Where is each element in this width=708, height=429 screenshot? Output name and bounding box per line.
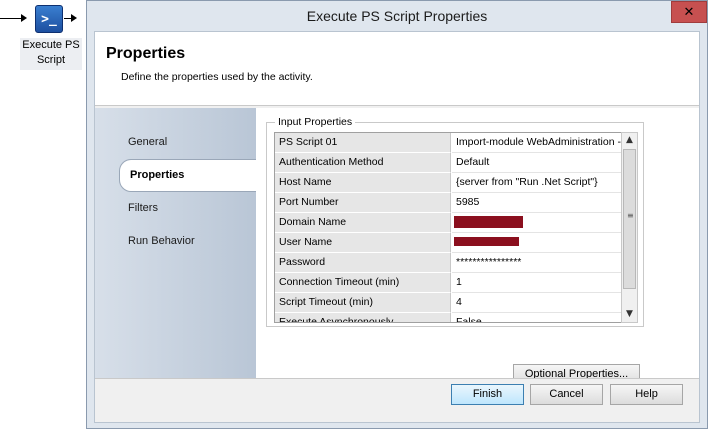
window-title: Execute PS Script Properties [306, 8, 488, 24]
dialog-body: Properties Define the properties used by… [94, 31, 700, 423]
property-value[interactable] [452, 233, 626, 253]
table-row[interactable]: PS Script 01 Import-module WebAdministra… [275, 133, 626, 153]
redacted-value [454, 237, 519, 246]
properties-grid[interactable]: PS Script 01 Import-module WebAdministra… [274, 132, 627, 323]
scroll-up-icon[interactable]: ▲ [622, 133, 637, 148]
sidebar-item-properties[interactable]: Properties [119, 159, 257, 192]
table-row[interactable]: Execute Asynchronously False [275, 313, 626, 322]
table-row[interactable]: User Name [275, 233, 626, 253]
table-row[interactable]: Port Number 5985 [275, 193, 626, 213]
property-name: Domain Name [275, 213, 451, 233]
outgoing-arrow-icon [71, 14, 77, 22]
property-value[interactable]: 4 [452, 293, 626, 313]
dialog-header: Properties Define the properties used by… [95, 32, 699, 106]
property-value[interactable]: Default [452, 153, 626, 173]
sidebar-item-general[interactable]: General [128, 136, 167, 148]
property-name: PS Script 01 [275, 133, 451, 153]
help-button[interactable]: Help [610, 384, 683, 405]
close-icon: ✕ [683, 4, 695, 20]
property-name: Host Name [275, 173, 451, 193]
property-value[interactable]: 5985 [452, 193, 626, 213]
properties-dialog: Execute PS Script Properties ✕ Propertie… [86, 0, 708, 429]
property-name: Authentication Method [275, 153, 451, 173]
sidebar: General Properties Filters Run Behavior [95, 108, 257, 378]
dialog-footer: Finish Cancel Help [95, 378, 699, 422]
input-properties-group: Input Properties PS Script 01 Import-mod… [266, 116, 644, 327]
table-row[interactable]: Host Name {server from "Run .Net Script"… [275, 173, 626, 193]
property-value[interactable] [452, 213, 626, 233]
scroll-down-icon[interactable]: ▼ [622, 307, 637, 322]
table-row[interactable]: Domain Name [275, 213, 626, 233]
redacted-value [454, 216, 523, 228]
close-button[interactable]: ✕ [671, 1, 707, 23]
sidebar-item-run-behavior[interactable]: Run Behavior [128, 235, 195, 247]
table-row[interactable]: Script Timeout (min) 4 [275, 293, 626, 313]
property-value[interactable]: **************** [452, 253, 626, 273]
property-value[interactable]: {server from "Run .Net Script"} [452, 173, 626, 193]
property-value[interactable]: False [452, 313, 626, 322]
powershell-glyph: >_ [41, 11, 57, 27]
finish-button[interactable]: Finish [451, 384, 524, 405]
sidebar-item-label: Properties [130, 169, 185, 181]
incoming-arrow-icon [21, 14, 27, 22]
powershell-icon[interactable]: >_ [35, 5, 63, 33]
property-value[interactable]: Import-module WebAdministration -C [452, 133, 626, 153]
input-properties-label: Input Properties [275, 116, 356, 128]
property-name: Password [275, 253, 451, 273]
sidebar-item-filters[interactable]: Filters [128, 202, 158, 214]
page-title: Properties [106, 45, 186, 62]
property-name: Script Timeout (min) [275, 293, 451, 313]
scroll-grip-icon: ≡ [627, 211, 634, 220]
property-name: Port Number [275, 193, 451, 213]
property-name: Execute Asynchronously [275, 313, 451, 322]
table-row[interactable]: Connection Timeout (min) 1 [275, 273, 626, 293]
incoming-link-line [0, 18, 22, 19]
property-value[interactable]: 1 [452, 273, 626, 293]
table-row[interactable]: Password **************** [275, 253, 626, 273]
property-name: User Name [275, 233, 451, 253]
canvas-activity[interactable]: >_ Execute PS Script [0, 0, 88, 80]
activity-label[interactable]: Execute PS Script [20, 38, 82, 70]
cancel-button[interactable]: Cancel [530, 384, 603, 405]
scroll-thumb[interactable]: ≡ [623, 149, 636, 289]
table-row[interactable]: Authentication Method Default [275, 153, 626, 173]
property-name: Connection Timeout (min) [275, 273, 451, 293]
page-subtitle: Define the properties used by the activi… [121, 71, 313, 83]
title-bar[interactable]: Execute PS Script Properties ✕ [87, 1, 707, 31]
properties-panel: Input Properties PS Script 01 Import-mod… [256, 108, 699, 385]
grid-scrollbar[interactable]: ▲ ≡ ▼ [621, 132, 638, 323]
